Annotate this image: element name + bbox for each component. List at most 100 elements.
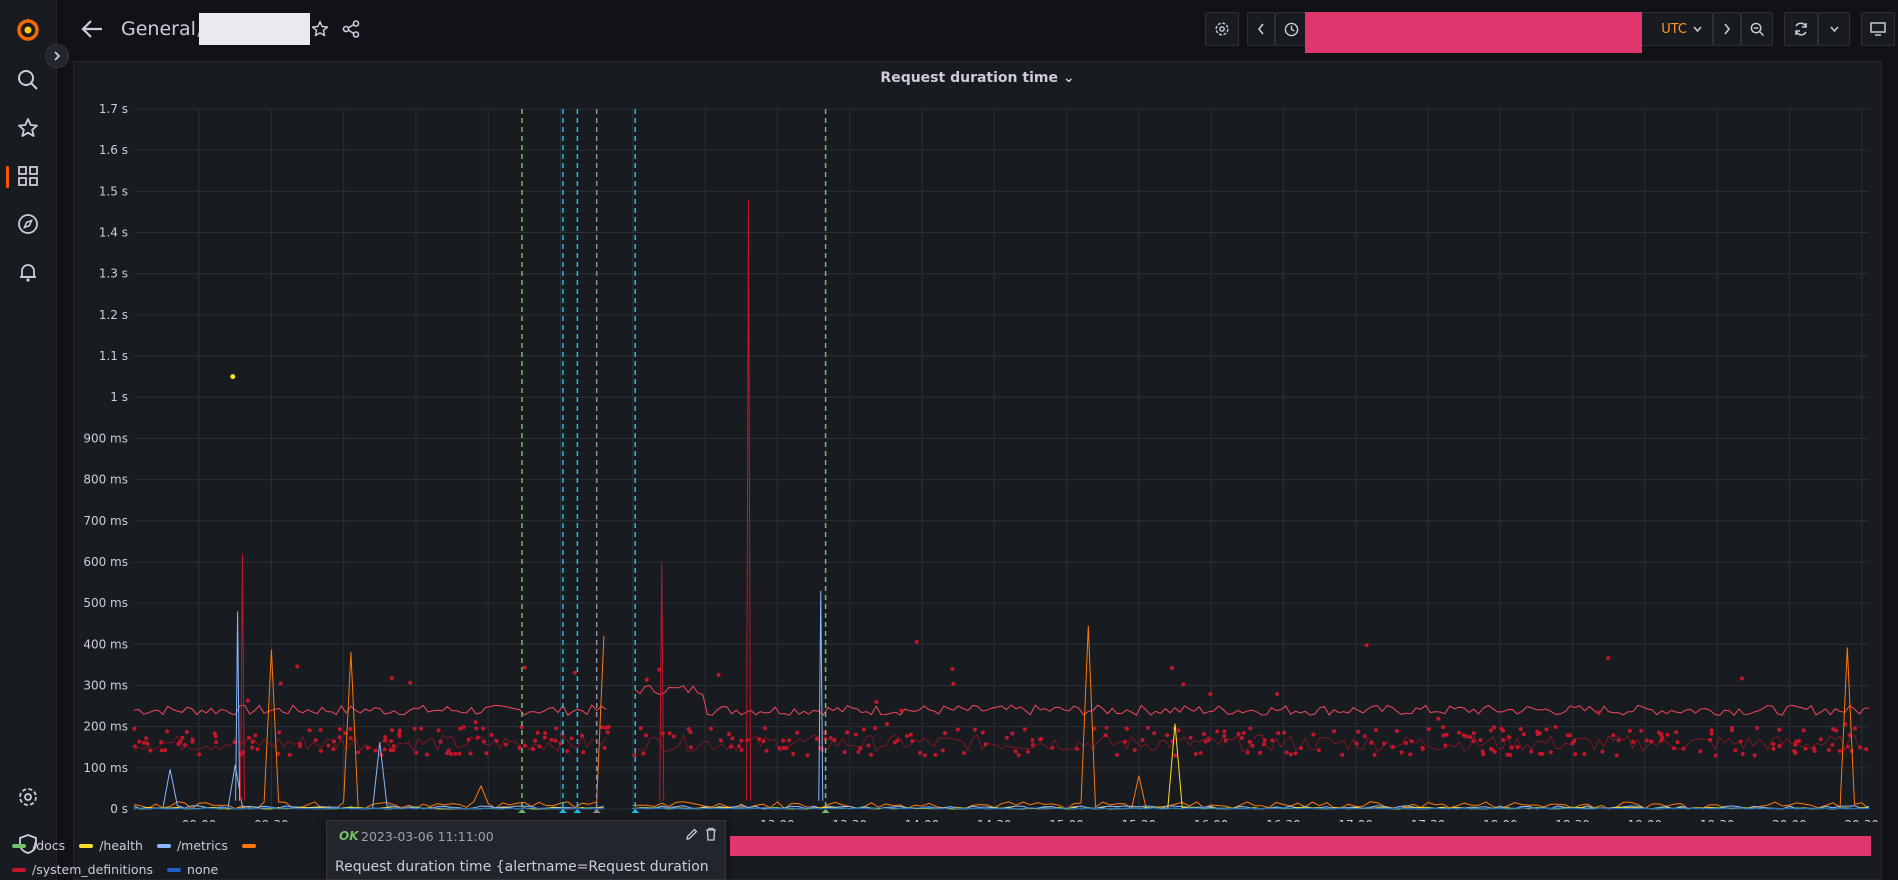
data-point	[1649, 739, 1654, 744]
data-point	[543, 731, 548, 736]
data-point	[1713, 753, 1718, 758]
legend-item-docs[interactable]: /docs	[12, 838, 65, 853]
grafana-logo-icon[interactable]	[14, 15, 42, 43]
x-tick-label: 14:00	[905, 818, 940, 822]
data-point	[1481, 752, 1486, 757]
data-point	[1354, 741, 1359, 746]
back-arrow-icon[interactable]	[79, 16, 105, 42]
data-point	[419, 726, 424, 731]
data-point	[1426, 727, 1431, 732]
data-point	[914, 639, 919, 644]
data-point	[176, 741, 181, 746]
data-point	[535, 730, 540, 735]
time-back-button[interactable]	[1247, 12, 1275, 46]
data-point	[1852, 726, 1857, 731]
x-tick-label: 20:00	[1772, 818, 1807, 822]
data-point	[250, 740, 255, 745]
data-point	[522, 665, 527, 670]
search-icon[interactable]	[14, 66, 42, 94]
alerting-bell-icon[interactable]	[14, 258, 42, 286]
data-point	[1738, 739, 1743, 744]
data-point	[494, 739, 499, 744]
data-point	[1508, 753, 1513, 758]
data-point	[348, 726, 353, 731]
data-point	[365, 745, 370, 750]
explore-icon[interactable]	[14, 210, 42, 238]
data-point	[1456, 730, 1461, 735]
edit-pencil-icon[interactable]	[685, 827, 699, 841]
legend-item-none[interactable]: none	[167, 862, 218, 877]
data-point	[764, 748, 769, 753]
data-point	[348, 736, 353, 741]
data-point	[458, 726, 463, 731]
annotation-tooltip: OK 2023-03-06 11:11:00 Request duration …	[326, 820, 726, 880]
favorite-star-icon[interactable]	[308, 17, 332, 41]
data-point	[1245, 750, 1250, 755]
data-point	[1364, 643, 1369, 648]
data-point	[137, 739, 142, 744]
data-point	[933, 752, 938, 757]
data-point	[397, 731, 402, 736]
legend-item-truncated[interactable]	[241, 843, 262, 848]
data-point	[1535, 729, 1540, 734]
data-point	[484, 751, 489, 756]
y-tick-label: 700 ms	[83, 514, 128, 528]
refresh-button[interactable]	[1784, 12, 1818, 46]
x-tick-label: 09:00	[182, 818, 217, 822]
data-point	[972, 727, 977, 732]
data-point	[1103, 733, 1108, 738]
data-point	[1193, 752, 1198, 757]
dashboard-settings-button[interactable]	[1205, 12, 1239, 46]
data-point	[599, 725, 604, 730]
y-tick-label: 100 ms	[83, 761, 128, 775]
data-point	[474, 726, 479, 731]
data-point	[287, 752, 292, 757]
starred-icon[interactable]	[14, 114, 42, 142]
settings-gear-icon[interactable]	[14, 783, 42, 811]
expand-sidebar-button[interactable]	[45, 44, 69, 68]
data-point	[1834, 728, 1839, 733]
breadcrumb-folder[interactable]: General	[121, 18, 196, 40]
data-point	[1013, 749, 1018, 754]
data-point	[1501, 728, 1506, 733]
refresh-interval-dropdown[interactable]	[1818, 12, 1850, 46]
data-point	[832, 737, 837, 742]
timezone-picker[interactable]: UTC	[1639, 12, 1713, 46]
data-point	[180, 735, 185, 740]
data-point	[553, 738, 558, 743]
dashboards-icon[interactable]	[14, 162, 42, 190]
time-series-chart[interactable]: 1.7 s 1.6 s 1.5 s 1.4 s 1.3 s 1.2 s 1.1 s 1 s 90…	[74, 62, 1883, 822]
data-point	[572, 670, 577, 675]
time-picker-clock-icon[interactable]	[1275, 12, 1307, 46]
data-point	[159, 740, 164, 745]
data-point	[739, 747, 744, 752]
data-point	[667, 731, 672, 736]
legend-row-2: /system_definitions none	[12, 862, 232, 877]
zoom-out-button[interactable]	[1741, 12, 1773, 46]
data-point	[1356, 729, 1361, 734]
data-point	[297, 741, 302, 746]
annotation-marker	[517, 809, 526, 813]
data-point	[332, 739, 337, 744]
data-point	[438, 739, 443, 744]
share-icon[interactable]	[339, 17, 363, 41]
legend-item-metrics[interactable]: /metrics	[156, 838, 228, 853]
data-point	[1443, 743, 1448, 748]
tv-mode-button[interactable]	[1861, 12, 1895, 46]
x-tick-label: 17:00	[1338, 818, 1373, 822]
x-tick-label: 15:30	[1122, 818, 1157, 822]
y-tick-label: 900 ms	[83, 431, 128, 445]
data-point	[408, 680, 413, 685]
data-point	[132, 744, 137, 749]
legend-item-health[interactable]: /health	[79, 838, 143, 853]
y-tick-label: 1.7 s	[99, 102, 128, 116]
data-point	[866, 743, 871, 748]
data-point	[1039, 736, 1044, 741]
data-point	[1208, 691, 1213, 696]
delete-trash-icon[interactable]	[705, 827, 717, 841]
legend-item-system-definitions[interactable]: /system_definitions	[12, 862, 153, 877]
data-point	[858, 746, 863, 751]
annotation-state: OK	[339, 829, 359, 843]
time-forward-button[interactable]	[1713, 12, 1741, 46]
data-point	[736, 744, 741, 749]
